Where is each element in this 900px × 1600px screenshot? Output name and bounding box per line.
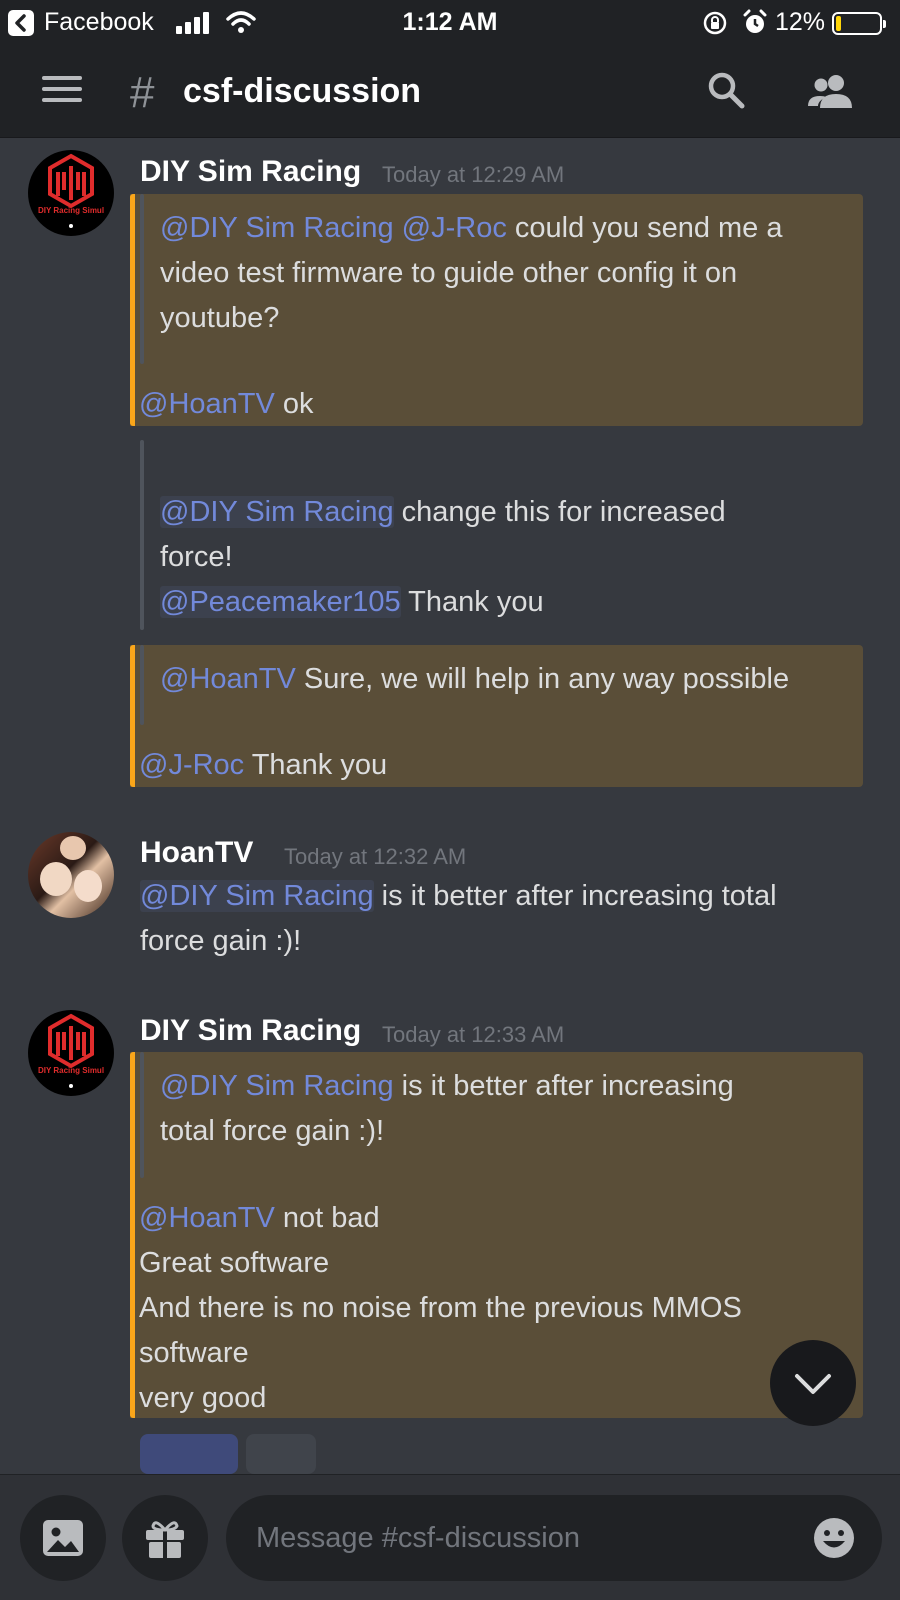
inner-quote-bar	[140, 194, 144, 364]
message-text: ok	[274, 388, 314, 420]
quote-line: total force gain :)!	[160, 1115, 385, 1147]
message-timestamp: Today at 12:29 AM	[382, 162, 565, 187]
members-icon[interactable]	[806, 72, 856, 117]
message-text: could you send me a	[506, 212, 783, 244]
reaction-chip[interactable]	[246, 1434, 316, 1474]
inner-quote-bar	[140, 645, 144, 725]
reply-line: @HoanTV ok	[139, 382, 314, 427]
quote-line: @HoanTV Sure, we will help in any way po…	[160, 657, 789, 702]
message-text: not bad	[274, 1202, 380, 1234]
user-mention[interactable]: @DIY Sim Racing	[160, 212, 394, 244]
user-mention[interactable]: @DIY Sim Racing	[160, 1070, 394, 1102]
quote-bar	[130, 645, 135, 787]
message-input-container[interactable]	[226, 1495, 882, 1581]
reply-line: And there is no noise from the previous …	[139, 1292, 742, 1324]
reply-line: software	[139, 1337, 249, 1369]
avatar[interactable]: DIY Racing Simul	[28, 150, 114, 236]
quoted-reply: @DIY Sim Racing is it better after incre…	[130, 1052, 863, 1418]
quote-line: @DIY Sim Racing is it better after incre…	[160, 1064, 734, 1109]
reply-line: @HoanTV not bad	[139, 1196, 380, 1241]
reply-line: very good	[139, 1382, 267, 1414]
quoted-reply: @DIY Sim Racing @J-Roc could you send me…	[130, 194, 863, 426]
avatar[interactable]	[28, 832, 114, 918]
user-mention[interactable]: @HoanTV	[139, 1202, 275, 1234]
rotation-lock-icon	[702, 10, 728, 43]
alarm-icon	[742, 9, 768, 44]
message-timestamp: Today at 12:32 AM	[284, 844, 467, 869]
gift-icon	[146, 1521, 184, 1558]
channel-hash-icon: #	[130, 68, 155, 117]
message-author[interactable]: DIY Sim Racing	[140, 155, 361, 189]
inner-quote-bar	[140, 440, 144, 630]
search-icon[interactable]	[706, 70, 746, 115]
message-content: @DIY Sim Racing is it better after incre…	[140, 874, 777, 919]
user-mention[interactable]: @DIY Sim Racing	[140, 880, 374, 912]
quote-line: @DIY Sim Racing change this for increase…	[160, 490, 726, 535]
message-text: is it better after increasing	[393, 1070, 734, 1102]
user-mention[interactable]: @J-Roc	[139, 749, 244, 781]
quote-line: @DIY Sim Racing @J-Roc could you send me…	[160, 206, 783, 251]
channel-header: # csf-discussion	[0, 46, 900, 138]
user-mention[interactable]: @Peacemaker105	[160, 586, 401, 618]
user-mention[interactable]: @J-Roc	[402, 212, 507, 244]
battery-icon	[832, 12, 886, 35]
quote-line: youtube?	[160, 302, 280, 334]
image-icon	[43, 1520, 83, 1556]
user-mention[interactable]: @HoanTV	[139, 388, 275, 420]
avatar-logo-text: DIY Racing Simul	[37, 206, 105, 215]
avatar[interactable]: DIY Racing Simul	[28, 1010, 114, 1096]
message-text: Thank you	[400, 586, 544, 618]
message-author[interactable]: HoanTV	[140, 836, 253, 870]
message-input[interactable]	[256, 1513, 776, 1563]
status-bar: Facebook 1:12 AM 12%	[0, 0, 900, 46]
quote-line: force!	[160, 541, 233, 573]
quote-line: video test firmware to guide other confi…	[160, 257, 738, 289]
user-mention[interactable]: @HoanTV	[160, 663, 296, 695]
image-upload-button[interactable]	[20, 1495, 106, 1581]
reply-line: @J-Roc Thank you	[139, 743, 387, 788]
inner-quote-bar	[140, 1052, 144, 1178]
reaction-chip[interactable]	[140, 1434, 238, 1474]
message-list[interactable]: DIY Racing Simul DIY Sim Racing Today at…	[0, 138, 900, 1474]
message-composer	[0, 1474, 900, 1600]
battery-percent: 12%	[775, 8, 826, 36]
message-text: Thank you	[244, 749, 388, 781]
user-mention[interactable]: @DIY Sim Racing	[160, 496, 394, 528]
avatar-logo-text: DIY Racing Simul	[37, 1066, 105, 1075]
emoji-icon[interactable]	[812, 1516, 856, 1565]
message-text: is it better after increasing total	[373, 880, 777, 912]
quote-bar	[130, 1052, 135, 1418]
channel-title[interactable]: csf-discussion	[183, 72, 421, 111]
quoted-message: @DIY Sim Racing change this for increase…	[140, 440, 860, 630]
reply-line: Great software	[139, 1247, 330, 1279]
jump-to-bottom-button[interactable]	[770, 1340, 856, 1426]
message-timestamp: Today at 12:33 AM	[382, 1022, 565, 1047]
quote-bar	[130, 194, 135, 426]
quoted-reply: @HoanTV Sure, we will help in any way po…	[130, 645, 863, 787]
gift-button[interactable]	[122, 1495, 208, 1581]
message-text: Sure, we will help in any way possible	[295, 663, 790, 695]
message-content: force gain :)!	[140, 925, 302, 957]
quote-line: @Peacemaker105 Thank you	[160, 580, 544, 625]
message-text: change this for increased	[393, 496, 726, 528]
menu-icon[interactable]	[42, 74, 82, 109]
message-author[interactable]: DIY Sim Racing	[140, 1014, 361, 1048]
